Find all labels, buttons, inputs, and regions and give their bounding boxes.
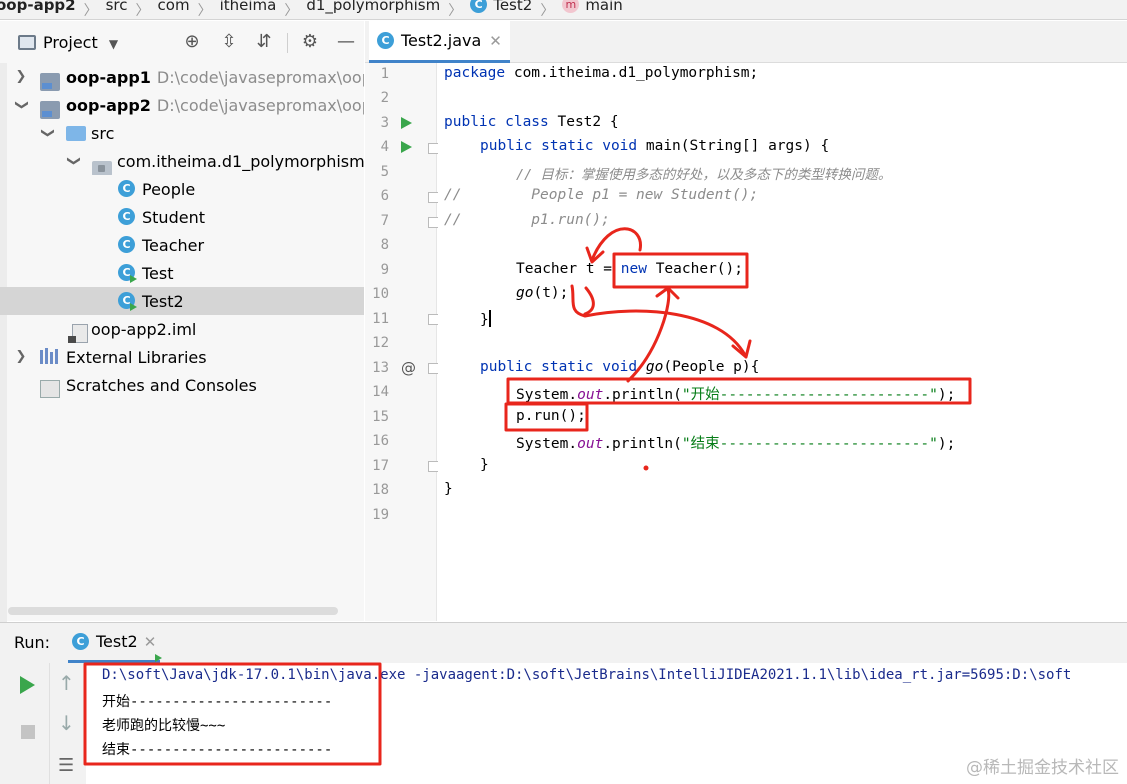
project-view-icon bbox=[18, 35, 36, 50]
tab-test2-java[interactable]: C Test2.java ✕ bbox=[369, 21, 510, 63]
override-icon[interactable]: @ bbox=[401, 359, 416, 377]
code-editor[interactable]: package com.itheima.d1_polymorphism; pub… bbox=[438, 63, 1127, 621]
code-line-11: } bbox=[480, 310, 491, 328]
expand-all-icon[interactable]: ⇳ bbox=[219, 32, 239, 52]
tree-item-teacher[interactable]: C Teacher bbox=[0, 231, 364, 259]
rerun-icon[interactable] bbox=[20, 676, 35, 694]
tree-item-iml[interactable]: oop-app2.iml bbox=[0, 315, 364, 343]
project-panel: Project ▼ ⊕ ⇳ ⇵ ⚙ — ❯ oop-app1 D:\code\ja… bbox=[0, 21, 364, 643]
class-icon: C bbox=[470, 0, 488, 13]
editor-gutter: 1 2 3 4 5 6 7 8 9 10 11 12 13 14 15 16 1… bbox=[365, 63, 439, 621]
breadcrumb-method[interactable]: m main bbox=[562, 0, 623, 14]
code-line-13: public static void go(People p){ bbox=[480, 359, 760, 375]
class-icon: C bbox=[118, 236, 135, 253]
tree-item-test[interactable]: C Test bbox=[0, 259, 364, 287]
code-line-17: } bbox=[480, 457, 489, 473]
code-line-1: package com.itheima.d1_polymorphism; bbox=[444, 65, 759, 81]
breadcrumb-itheima[interactable]: itheima bbox=[220, 0, 277, 14]
tree-item-oop-app1[interactable]: ❯ oop-app1D:\code\javasepromax\oop-ap bbox=[0, 63, 364, 91]
tab-run-test2[interactable]: C Test2 ✕ bbox=[68, 623, 163, 663]
breadcrumb-src[interactable]: src bbox=[106, 0, 128, 14]
chevron-down-icon[interactable]: ❯ bbox=[40, 126, 55, 140]
run-toolbar-secondary: ↑ ↓ ☰ bbox=[50, 663, 86, 784]
code-line-15: p.run(); bbox=[516, 408, 586, 424]
code-line-3: public class Test2 { bbox=[444, 114, 619, 130]
horizontal-scrollbar[interactable] bbox=[8, 607, 338, 615]
minimize-icon[interactable]: — bbox=[336, 32, 356, 52]
code-line-6: // People p1 = new Student(); bbox=[444, 187, 759, 203]
class-icon: C bbox=[377, 32, 394, 49]
runnable-class-icon: C bbox=[118, 264, 137, 283]
run-header: Run: C Test2 ✕ bbox=[0, 623, 1127, 663]
scratches-icon bbox=[40, 380, 60, 398]
console-line-command: D:\soft\Java\jdk-17.0.1\bin\java.exe -ja… bbox=[102, 667, 1072, 683]
class-icon: C bbox=[118, 208, 135, 225]
console-line-output: 结束------------------------ bbox=[102, 742, 333, 758]
run-method-icon[interactable] bbox=[401, 141, 412, 153]
project-header: Project ▼ ⊕ ⇳ ⇵ ⚙ — bbox=[0, 21, 364, 63]
chevron-right-icon[interactable]: ❯ bbox=[14, 70, 28, 84]
tree-item-src[interactable]: ❯ src bbox=[0, 119, 364, 147]
collapse-all-icon[interactable]: ⇵ bbox=[254, 32, 274, 52]
editor-tab-bar: C Test2.java ✕ bbox=[365, 21, 1127, 63]
breadcrumb-class[interactable]: C Test2 bbox=[470, 0, 532, 14]
class-icon: C bbox=[118, 180, 135, 197]
run-toolbar bbox=[0, 663, 50, 784]
project-view-dropdown[interactable]: Project ▼ bbox=[43, 33, 118, 52]
breadcrumb-package[interactable]: d1_polymorphism bbox=[306, 0, 440, 14]
code-line-14: System.out.println("开始------------------… bbox=[516, 387, 956, 403]
console-line-output: 老师跑的比较慢~~~ bbox=[102, 718, 226, 734]
tree-item-test2[interactable]: C Test2 bbox=[0, 287, 364, 315]
run-class-icon[interactable] bbox=[401, 117, 412, 129]
tree-item-package[interactable]: ❯ com.itheima.d1_polymorphism bbox=[0, 147, 364, 175]
tree-item-oop-app2[interactable]: ❯ oop-app2D:\code\javasepromax\oop-ap bbox=[0, 91, 364, 119]
chevron-down-icon: ▼ bbox=[108, 37, 119, 51]
code-line-7: // p1.run(); bbox=[444, 212, 610, 228]
scroll-down-icon[interactable]: ↓ bbox=[58, 711, 75, 735]
code-line-9: Teacher t = new Teacher(); bbox=[516, 261, 743, 277]
close-icon[interactable]: ✕ bbox=[489, 32, 502, 50]
soft-wrap-icon[interactable]: ☰ bbox=[58, 755, 74, 776]
breadcrumb: oop-app2 〉 src 〉 com 〉 itheima 〉 d1_poly… bbox=[0, 0, 1127, 20]
tree-item-external-libraries[interactable]: ❯ External Libraries bbox=[0, 343, 364, 371]
locate-icon[interactable]: ⊕ bbox=[182, 32, 202, 52]
code-line-16: System.out.println("结束------------------… bbox=[516, 436, 956, 452]
runnable-class-icon: C bbox=[72, 633, 163, 662]
gear-icon[interactable]: ⚙ bbox=[300, 32, 320, 52]
tree-item-people[interactable]: C People bbox=[0, 175, 364, 203]
breadcrumb-com[interactable]: com bbox=[158, 0, 190, 14]
run-panel: Run: C Test2 ✕ ↑ ↓ ☰ D:\soft\Java\jdk-17… bbox=[0, 622, 1127, 784]
chevron-down-icon[interactable]: ❯ bbox=[14, 98, 29, 112]
runnable-class-icon: C bbox=[118, 292, 137, 311]
close-icon[interactable]: ✕ bbox=[144, 633, 157, 651]
module-icon bbox=[40, 101, 60, 119]
folder-icon bbox=[66, 126, 86, 141]
console-line-output: 开始------------------------ bbox=[102, 694, 333, 710]
tree-item-scratches[interactable]: Scratches and Consoles bbox=[0, 371, 364, 399]
iml-file-icon bbox=[68, 323, 88, 343]
code-line-18: } bbox=[444, 481, 453, 497]
chevron-right-icon[interactable]: ❯ bbox=[14, 350, 28, 364]
package-icon bbox=[92, 160, 112, 175]
libraries-icon bbox=[40, 348, 62, 364]
breadcrumb-module[interactable]: oop-app2 bbox=[0, 0, 76, 14]
code-line-10: go(t); bbox=[516, 285, 569, 301]
code-line-5: // 目标：掌握使用多态的好处，以及多态下的类型转换问题。 bbox=[516, 167, 892, 183]
method-icon: m bbox=[562, 0, 580, 13]
code-line-4: public static void main(String[] args) { bbox=[480, 138, 830, 154]
scroll-up-icon[interactable]: ↑ bbox=[58, 671, 75, 695]
watermark: @稀土掘金技术社区 bbox=[966, 758, 1119, 778]
chevron-down-icon[interactable]: ❯ bbox=[66, 154, 81, 168]
stop-icon[interactable] bbox=[21, 725, 35, 739]
text-cursor bbox=[488, 310, 491, 327]
tree-item-student[interactable]: C Student bbox=[0, 203, 364, 231]
module-icon bbox=[40, 73, 60, 91]
run-label: Run: bbox=[14, 633, 51, 652]
